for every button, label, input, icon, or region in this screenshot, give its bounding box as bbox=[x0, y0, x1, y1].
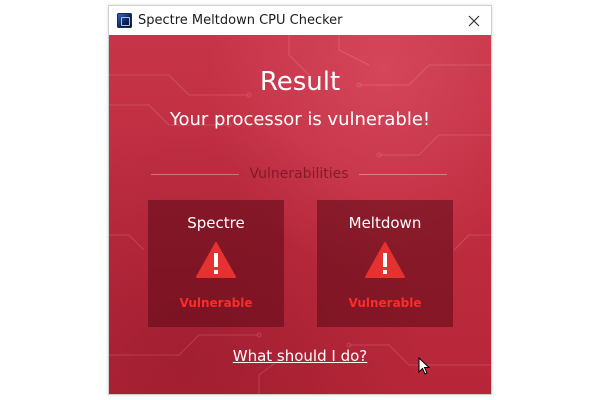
spectre-status: Vulnerable bbox=[179, 296, 253, 310]
vulnerabilities-section-header: Vulnerabilities bbox=[151, 166, 447, 182]
vulnerabilities-label: Vulnerabilities bbox=[249, 166, 349, 182]
app-icon bbox=[117, 13, 132, 28]
meltdown-title: Meltdown bbox=[348, 214, 422, 232]
warning-icon bbox=[196, 242, 236, 278]
what-should-i-do-link[interactable]: What should I do? bbox=[109, 347, 491, 365]
divider-right bbox=[358, 173, 447, 175]
spectre-title: Spectre bbox=[187, 214, 245, 232]
result-panel: Result Your processor is vulnerable! Vul… bbox=[109, 35, 491, 394]
close-icon bbox=[468, 15, 480, 26]
meltdown-status: Vulnerable bbox=[348, 296, 422, 310]
title-bar[interactable]: Spectre Meltdown CPU Checker bbox=[109, 6, 491, 35]
close-button[interactable] bbox=[457, 6, 491, 35]
window-title: Spectre Meltdown CPU Checker bbox=[138, 13, 343, 28]
result-heading: Result bbox=[259, 67, 341, 97]
warning-icon bbox=[365, 242, 405, 278]
meltdown-card: Meltdown Vulnerable bbox=[317, 200, 453, 327]
spectre-card: Spectre Vulnerable bbox=[148, 200, 284, 327]
result-message: Your processor is vulnerable! bbox=[169, 109, 431, 130]
mouse-cursor-icon bbox=[418, 357, 430, 375]
app-window: Spectre Meltdown CPU Checker Result Your… bbox=[108, 5, 492, 395]
divider-left bbox=[151, 173, 240, 175]
